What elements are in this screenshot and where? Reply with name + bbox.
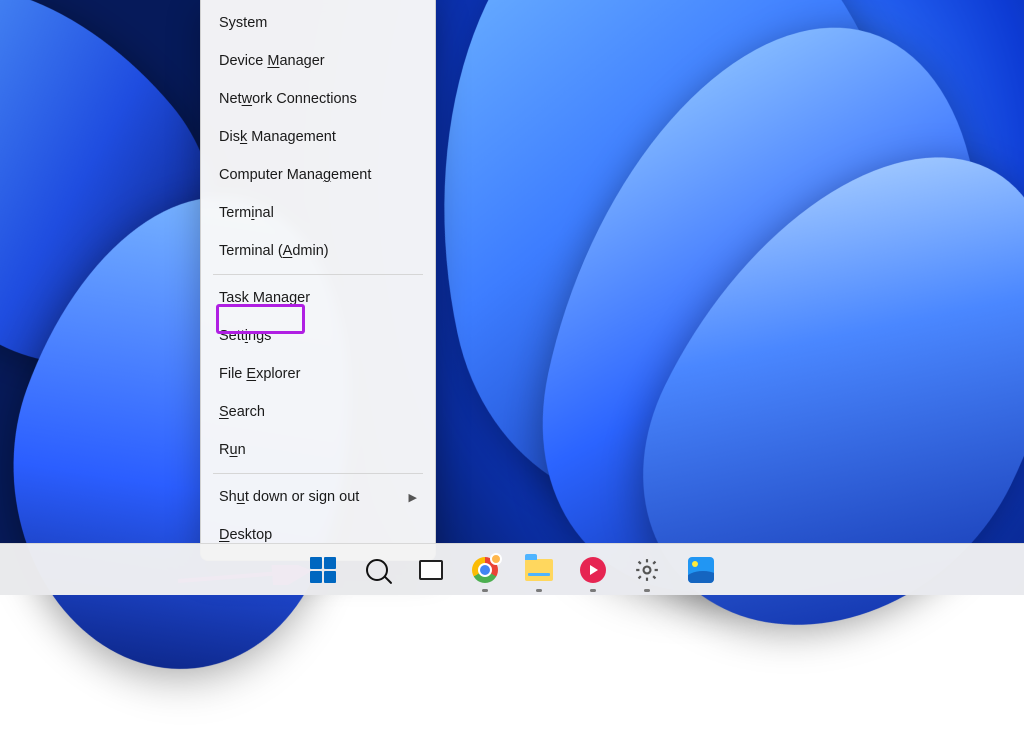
menu-item-label: Search	[219, 404, 265, 420]
record-icon	[580, 557, 606, 583]
menu-item-task-manager[interactable]: Task Manager	[203, 279, 433, 317]
taskbar	[0, 543, 1024, 595]
taskbar-app-chrome[interactable]	[469, 554, 501, 586]
menu-item-label: Run	[219, 442, 246, 458]
menu-item-shut-down-or-sign-out[interactable]: Shut down or sign out ▶	[203, 478, 433, 516]
chrome-icon	[472, 557, 498, 583]
gear-icon	[634, 557, 660, 583]
menu-separator	[213, 274, 423, 275]
menu-item-label: Network Connections	[219, 91, 357, 107]
search-icon	[366, 559, 388, 581]
menu-item-terminal-admin[interactable]: Terminal (Admin)	[203, 232, 433, 270]
menu-item-disk-management[interactable]: Disk Management	[203, 118, 433, 156]
task-view-icon	[419, 560, 443, 580]
menu-item-device-manager[interactable]: Device Manager	[203, 42, 433, 80]
menu-item-system[interactable]: System	[203, 4, 433, 42]
taskbar-app-photos[interactable]	[685, 554, 717, 586]
search-button[interactable]	[361, 554, 393, 586]
menu-item-label: Terminal (Admin)	[219, 243, 329, 259]
menu-item-file-explorer[interactable]: File Explorer	[203, 355, 433, 393]
menu-item-search[interactable]: Search	[203, 393, 433, 431]
menu-item-settings[interactable]: Settings	[203, 317, 433, 355]
start-button[interactable]	[307, 554, 339, 586]
menu-item-label: Desktop	[219, 527, 272, 543]
task-view-button[interactable]	[415, 554, 447, 586]
folder-icon	[525, 559, 553, 581]
menu-item-label: File Explorer	[219, 366, 300, 382]
menu-item-network-connections[interactable]: Network Connections	[203, 80, 433, 118]
winx-context-menu: System Device Manager Network Connections D…	[200, 0, 436, 561]
menu-item-label: System	[219, 15, 267, 31]
menu-item-label: Settings	[219, 328, 271, 344]
taskbar-app-settings[interactable]	[631, 554, 663, 586]
menu-item-label: Terminal	[219, 205, 274, 221]
chevron-right-icon: ▶	[409, 491, 417, 504]
photos-icon	[688, 557, 714, 583]
menu-item-label: Task Manager	[219, 290, 310, 306]
taskbar-app-explorer[interactable]	[523, 554, 555, 586]
menu-item-terminal[interactable]: Terminal	[203, 194, 433, 232]
menu-separator	[213, 473, 423, 474]
menu-item-label: Computer Management	[219, 167, 371, 183]
windows-logo-icon	[310, 557, 336, 583]
desktop-wallpaper	[0, 0, 1024, 595]
menu-item-label: Shut down or sign out	[219, 489, 359, 505]
menu-item-label: Disk Management	[219, 129, 336, 145]
menu-item-computer-management[interactable]: Computer Management	[203, 156, 433, 194]
menu-item-label: Device Manager	[219, 53, 325, 69]
menu-item-run[interactable]: Run	[203, 431, 433, 469]
taskbar-app-recorder[interactable]	[577, 554, 609, 586]
